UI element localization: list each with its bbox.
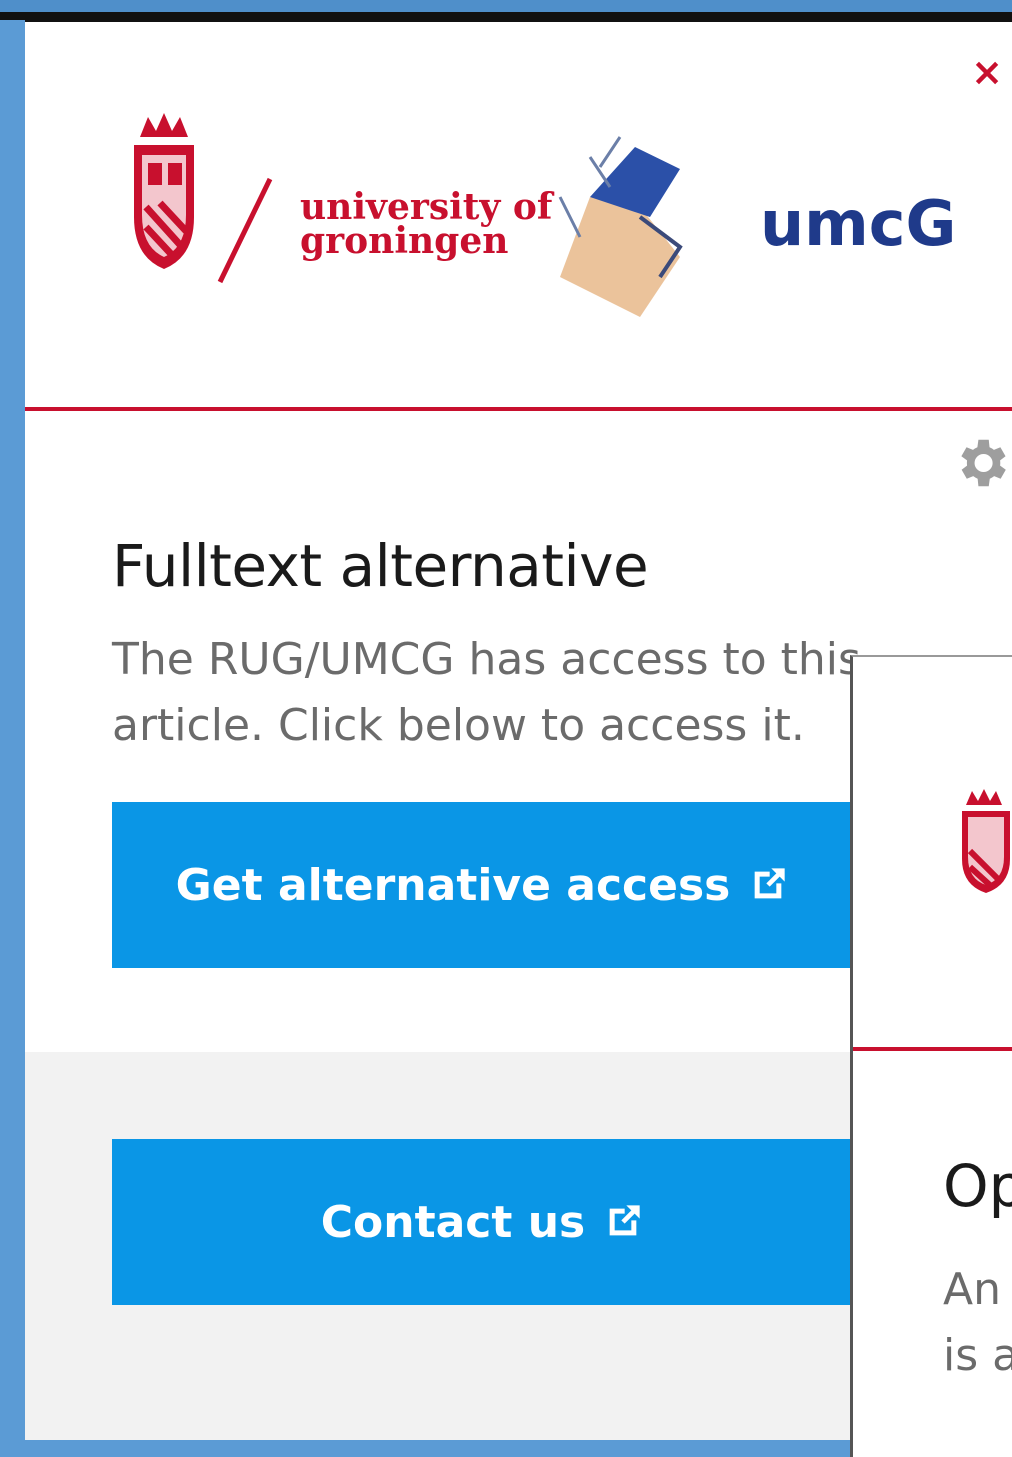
top-border <box>0 12 1012 22</box>
popup-description-line2: is a <box>943 1330 1012 1381</box>
logo-divider <box>217 177 273 284</box>
external-link-icon <box>748 865 788 905</box>
popup-header-divider <box>853 1047 1012 1051</box>
overlapping-popup-panel: Op An is a <box>850 655 1012 1457</box>
close-button[interactable]: × <box>967 52 1007 92</box>
header-divider <box>25 407 1012 411</box>
get-alternative-access-button[interactable]: Get alternative access <box>112 802 852 968</box>
page-left-edge <box>0 20 25 1440</box>
umcg-logo-text: umcG <box>760 187 956 260</box>
frog-logo-icon <box>558 136 683 317</box>
browser-top-strip <box>0 0 1012 22</box>
page-title: Fulltext alternative <box>112 532 649 600</box>
access-description: The RUG/UMCG has access to this article.… <box>112 634 861 751</box>
contact-us-button[interactable]: Contact us <box>112 1139 852 1305</box>
popup-description: An is a <box>943 1257 1012 1389</box>
popup-title: Op <box>943 1152 1012 1220</box>
logo-text-line2: groningen <box>300 220 508 262</box>
rug-umcg-logo: university of groningen umcG <box>120 107 970 337</box>
popup-description-line1: An <box>943 1264 1001 1315</box>
crest-icon <box>134 113 194 269</box>
external-link-icon <box>603 1202 643 1242</box>
crest-icon <box>962 789 1010 893</box>
contact-button-label: Contact us <box>320 1196 586 1248</box>
gear-icon[interactable] <box>950 432 1012 494</box>
access-button-label: Get alternative access <box>175 859 731 911</box>
